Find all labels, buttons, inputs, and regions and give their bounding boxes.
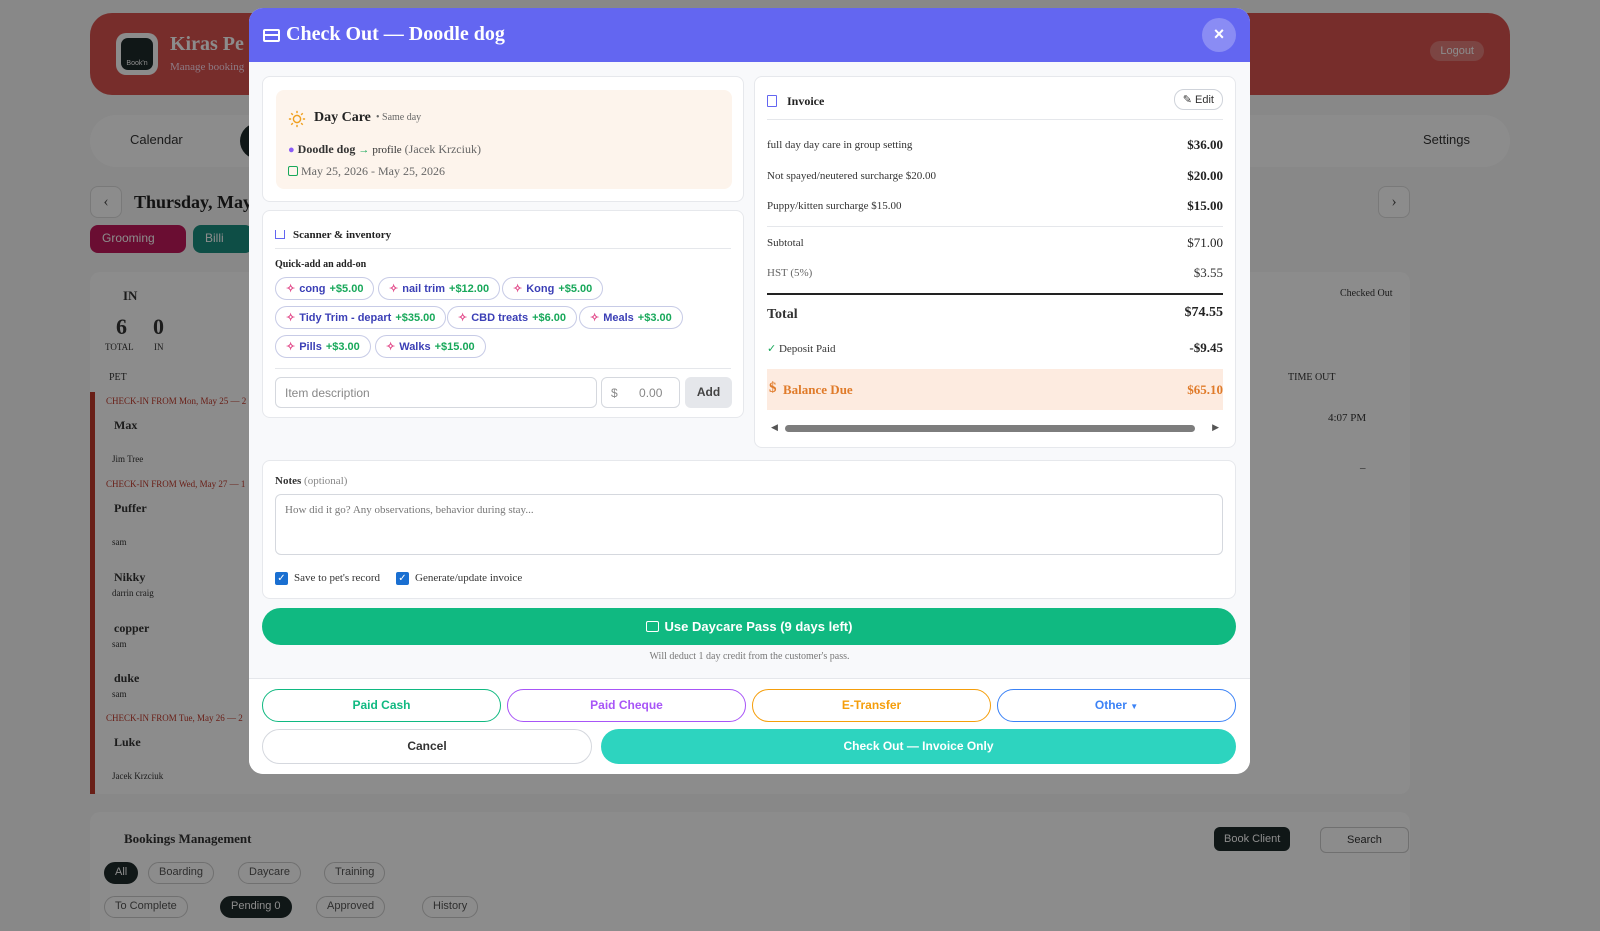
invoice-card: Invoice ✎ Edit full day day care in grou… <box>754 76 1236 448</box>
addon-tidy-trim[interactable]: ✧ Tidy Trim - depart +$35.00 <box>275 306 447 329</box>
service-dates: May 25, 2026 - May 25, 2026 <box>301 164 445 178</box>
addon-meals[interactable]: ✧ Meals +$3.00 <box>579 306 683 329</box>
scanner-title: Scanner & inventory <box>293 229 392 241</box>
save-record-checkbox[interactable]: ✓ <box>275 572 288 585</box>
document-icon <box>767 95 777 107</box>
save-record-label: Save to pet's record <box>294 572 380 584</box>
check-icon: ✓ <box>767 343 777 355</box>
paid-cash-button[interactable]: Paid Cash <box>262 689 501 722</box>
add-item-button[interactable]: Add <box>685 377 732 408</box>
divider <box>275 368 731 369</box>
quick-add-label: Quick-add an add-on <box>275 259 367 270</box>
generate-invoice-checkbox[interactable]: ✓ <box>396 572 409 585</box>
cart-icon <box>275 230 285 239</box>
notes-label: Notes <box>275 475 302 487</box>
pass-note: Will deduct 1 day credit from the custom… <box>649 651 850 662</box>
amount-placeholder: 0.00 <box>639 386 663 400</box>
same-day-label: • Same day <box>376 112 422 123</box>
calendar-icon <box>645 621 659 632</box>
generate-invoice-label: Generate/update invoice <box>415 572 523 584</box>
arrow-right-icon: → <box>358 144 370 156</box>
divider <box>767 119 1223 120</box>
total-row: Total $74.55 <box>767 305 1223 322</box>
dollar-icon: $ <box>769 380 777 396</box>
divider <box>767 226 1223 227</box>
scroll-left-arrow[interactable]: ◀ <box>771 422 778 433</box>
addon-pills[interactable]: ✧ Pills +$3.00 <box>275 335 371 358</box>
currency-symbol: $ <box>611 386 618 400</box>
notes-header: Notes (optional) <box>275 475 347 487</box>
notes-optional: (optional) <box>304 475 348 487</box>
addon-cong[interactable]: ✧ cong +$5.00 <box>275 277 375 300</box>
invoice-line: Puppy/kitten surcharge $15.00 $15.00 <box>767 198 1223 213</box>
paid-cheque-button[interactable]: Paid Cheque <box>507 689 746 722</box>
calendar-icon <box>288 166 298 176</box>
invoice-header: Invoice <box>767 92 824 110</box>
sun-icon <box>288 110 306 128</box>
caret-down-icon: ▼ <box>1130 702 1139 711</box>
total-divider <box>767 293 1223 295</box>
service-summary: Day Care • Same day ● Doodle dog → profi… <box>276 90 732 189</box>
notes-card: Notes (optional) How did it go? Any obse… <box>262 460 1236 599</box>
modal-header: Check Out — Doodle dog × <box>249 8 1250 62</box>
cancel-button[interactable]: Cancel <box>262 729 592 764</box>
profile-link[interactable]: profile <box>372 144 401 156</box>
date-row: May 25, 2026 - May 25, 2026 <box>288 164 445 179</box>
pet-name: Doodle dog <box>297 142 356 156</box>
other-payment-button[interactable]: Other ▼ <box>997 689 1236 722</box>
addon-walks[interactable]: ✧ Walks +$15.00 <box>375 335 486 358</box>
addon-cbd-treats[interactable]: ✧ CBD treats +$6.00 <box>447 306 578 329</box>
e-transfer-button[interactable]: E-Transfer <box>752 689 991 722</box>
balance-label: Balance Due <box>783 382 853 397</box>
invoice-line: full day day care in group setting $36.00 <box>767 137 1223 152</box>
modal-footer: Paid Cash Paid Cheque E-Transfer Other ▼… <box>249 678 1250 774</box>
invoice-line: Not spayed/neutered surcharge $20.00 $20.… <box>767 168 1223 183</box>
deposit-row: ✓ Deposit Paid -$9.45 <box>767 340 1223 355</box>
use-daycare-pass-button[interactable]: Use Daycare Pass (9 days left) <box>262 608 1236 645</box>
edit-invoice-button[interactable]: ✎ Edit <box>1173 89 1223 110</box>
credit-card-icon <box>263 29 280 42</box>
pet-row: ● Doodle dog → profile (Jacek Krzciuk) <box>288 142 481 157</box>
modal-title: Check Out — Doodle dog <box>286 23 505 45</box>
checkout-modal: Check Out — Doodle dog × Day Care • Same… <box>249 8 1250 774</box>
service-card: Day Care • Same day ● Doodle dog → profi… <box>262 76 744 202</box>
paw-icon: ● <box>288 144 295 156</box>
horizontal-scrollbar[interactable] <box>785 425 1195 432</box>
tax-row: HST (5%) $3.55 <box>767 265 1223 280</box>
addon-nail-trim[interactable]: ✧ nail trim +$12.00 <box>378 277 501 300</box>
notes-textarea[interactable]: How did it go? Any observations, behavio… <box>275 494 1223 555</box>
service-name: Day Care <box>314 110 371 125</box>
balance-amount: $65.10 <box>1187 382 1223 397</box>
addon-kong[interactable]: ✧ Kong +$5.00 <box>502 277 604 300</box>
scroll-right-arrow[interactable]: ▶ <box>1212 422 1219 433</box>
owner-name: (Jacek Krzciuk) <box>404 142 481 156</box>
item-description-input[interactable]: Item description <box>275 377 597 408</box>
subtotal-row: Subtotal $71.00 <box>767 235 1223 250</box>
pencil-icon: ✎ <box>1182 94 1192 106</box>
invoice-title: Invoice <box>787 94 825 108</box>
balance-due-row: $ Balance Due $65.10 <box>767 369 1223 410</box>
scanner-card: Scanner & inventory Quick-add an add-on … <box>262 210 744 418</box>
divider <box>275 248 731 249</box>
item-amount-input[interactable]: $ 0.00 <box>601 377 680 408</box>
checkout-invoice-only-button[interactable]: Check Out — Invoice Only <box>601 729 1236 764</box>
scanner-header: Scanner & inventory <box>275 225 391 243</box>
close-button[interactable]: × <box>1202 18 1236 52</box>
